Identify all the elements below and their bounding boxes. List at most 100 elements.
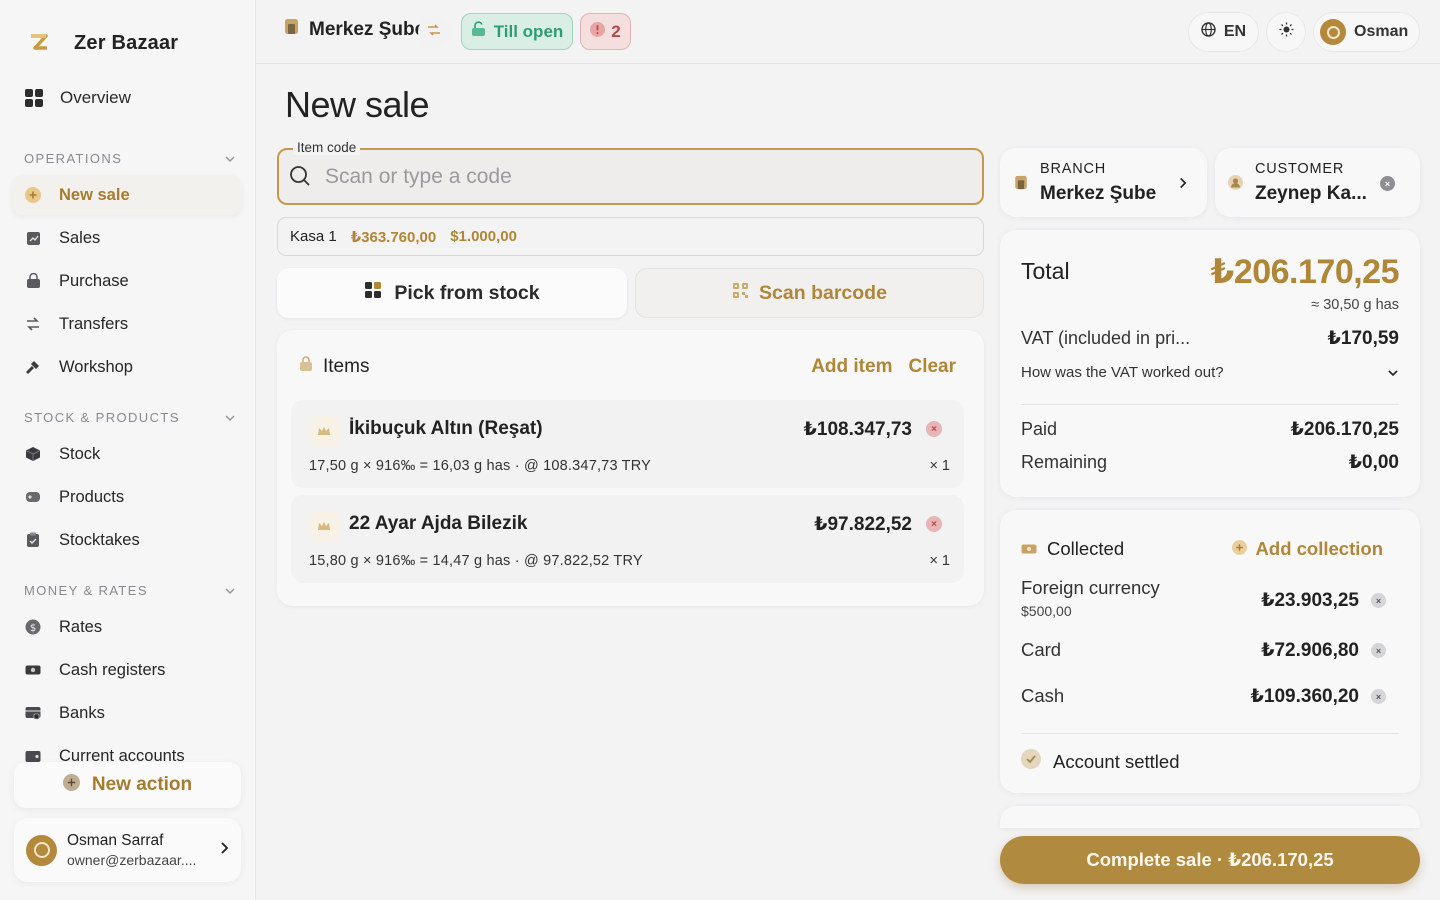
plus-circle-icon bbox=[62, 773, 80, 797]
paid-label: Paid bbox=[1021, 419, 1058, 439]
clear-items-button[interactable]: Clear bbox=[908, 356, 956, 378]
sidebar-item-label: New sale bbox=[59, 185, 130, 204]
section-operations[interactable]: OPERATIONS bbox=[24, 151, 236, 166]
sidebar-item-label: Workshop bbox=[59, 357, 133, 376]
sidebar-item-transfers[interactable]: Transfers bbox=[12, 304, 242, 344]
item-code-field[interactable]: Item code bbox=[277, 140, 984, 205]
item-code-input[interactable] bbox=[325, 162, 965, 192]
vat-row: VAT (included in pri... ₺170,59 bbox=[1021, 327, 1399, 350]
avatar bbox=[26, 834, 57, 866]
bag-icon bbox=[299, 356, 313, 378]
add-collection-button[interactable]: Add collection bbox=[1231, 538, 1383, 560]
collection-row[interactable]: Cash ₺109.360,20 × bbox=[1021, 685, 1386, 708]
list-item[interactable]: İkibuçuk Altın (Reşat) ₺108.347,73 × 17,… bbox=[291, 400, 964, 488]
register-try-balance: ₺363.760,00 bbox=[350, 228, 437, 246]
dollar-circle-icon: $ bbox=[25, 619, 41, 635]
sidebar-item-banks[interactable]: Banks bbox=[12, 693, 242, 733]
sidebar-item-label: Stocktakes bbox=[59, 530, 140, 549]
sidebar-item-workshop[interactable]: Workshop bbox=[12, 347, 242, 387]
add-item-button[interactable]: Add item bbox=[811, 356, 892, 378]
sidebar-item-purchase[interactable]: Purchase bbox=[12, 261, 242, 301]
clipboard-icon bbox=[25, 532, 41, 548]
new-action-button[interactable]: New action bbox=[14, 762, 241, 808]
sidebar-item-label: Purchase bbox=[59, 271, 129, 290]
cash-register-summary[interactable]: Kasa 1 ₺363.760,00 $1.000,00 bbox=[277, 217, 984, 256]
collection-amount: ₺109.360,20 bbox=[1250, 686, 1359, 707]
collection-method: Cash bbox=[1021, 685, 1065, 706]
sidebar-item-rates[interactable]: $ Rates bbox=[12, 607, 242, 647]
scan-barcode-button[interactable]: Scan barcode bbox=[635, 268, 984, 318]
item-quantity: × 1 bbox=[929, 553, 950, 569]
remove-collection-icon[interactable]: × bbox=[1371, 593, 1386, 608]
chevron-down-icon bbox=[224, 410, 236, 425]
items-header: Items bbox=[299, 356, 369, 378]
chevron-down-icon bbox=[224, 583, 236, 598]
remove-item-icon[interactable]: × bbox=[926, 516, 942, 532]
grid-icon bbox=[364, 281, 382, 305]
item-detail: 17,50 g × 916‰ = 16,03 g has · @ 108.347… bbox=[309, 458, 652, 474]
language-button[interactable]: EN bbox=[1188, 12, 1259, 52]
transfer-arrows-icon bbox=[25, 316, 41, 332]
alert-icon bbox=[590, 21, 606, 42]
vat-explanation-toggle[interactable]: How was the VAT worked out? bbox=[1021, 364, 1399, 381]
banknote-icon bbox=[1021, 538, 1037, 560]
zer-logo-icon bbox=[26, 30, 52, 56]
sidebar-item-products[interactable]: Products bbox=[12, 477, 242, 517]
sidebar-item-overview[interactable]: Overview bbox=[24, 88, 131, 108]
collection-sub: $500,00 bbox=[1021, 603, 1072, 619]
profile-button[interactable]: Osman bbox=[1313, 12, 1420, 52]
section-label: MONEY & RATES bbox=[24, 583, 148, 598]
complete-sale-button[interactable]: Complete sale · ₺206.170,25 bbox=[1000, 836, 1420, 884]
sidebar-item-label: Products bbox=[59, 487, 125, 506]
section-stock-products[interactable]: STOCK & PRODUCTS bbox=[24, 410, 236, 425]
avatar bbox=[1320, 19, 1346, 45]
brand[interactable]: Zer Bazaar bbox=[26, 30, 178, 56]
branch-selector[interactable]: BRANCH Merkez Şube bbox=[1000, 148, 1207, 217]
section-money-rates[interactable]: MONEY & RATES bbox=[24, 583, 236, 598]
sidebar-item-sales[interactable]: Sales bbox=[12, 218, 242, 258]
till-status-badge[interactable]: Till open bbox=[461, 13, 573, 50]
brand-name: Zer Bazaar bbox=[74, 31, 179, 54]
switch-branch-button[interactable] bbox=[418, 16, 450, 48]
register-usd-balance: $1.000,00 bbox=[450, 228, 517, 245]
sidebar-item-stocktakes[interactable]: Stocktakes bbox=[12, 520, 242, 560]
collection-row[interactable]: Card ₺72.906,80 × bbox=[1021, 639, 1386, 662]
sidebar-item-cash-registers[interactable]: Cash registers bbox=[12, 650, 242, 690]
sidebar-item-label: Sales bbox=[59, 228, 101, 247]
section-label: STOCK & PRODUCTS bbox=[24, 410, 180, 425]
pick-from-stock-button[interactable]: Pick from stock bbox=[277, 268, 627, 318]
collection-method: Foreign currency bbox=[1021, 577, 1160, 598]
globe-icon bbox=[1201, 22, 1216, 42]
clear-customer-icon[interactable]: × bbox=[1380, 176, 1395, 191]
collection-amount: ₺72.906,80 bbox=[1261, 640, 1359, 661]
totals-card: Total ₺206.170,25 ≈ 30,50 g has VAT (inc… bbox=[1000, 230, 1420, 497]
customer-selector[interactable]: CUSTOMER Zeynep Ka... × bbox=[1215, 148, 1420, 217]
account-settled-status: Account settled bbox=[1021, 749, 1180, 774]
user-email: owner@zerbazaar.... bbox=[67, 852, 197, 868]
collection-method: Card bbox=[1021, 639, 1062, 660]
account-settled-label: Account settled bbox=[1053, 750, 1180, 772]
total-label: Total bbox=[1021, 258, 1070, 284]
collection-row[interactable]: Foreign currency $500,00 ₺23.903,25 × bbox=[1021, 577, 1386, 619]
credit-card-icon bbox=[25, 705, 41, 721]
tag-icon bbox=[25, 489, 41, 505]
sidebar-item-stock[interactable]: Stock bbox=[12, 434, 242, 474]
branch-indicator[interactable]: Merkez Şube bbox=[284, 18, 425, 41]
theme-toggle-button[interactable] bbox=[1266, 12, 1306, 52]
search-icon bbox=[289, 165, 311, 192]
item-name: İkibuçuk Altın (Reşat) bbox=[349, 418, 543, 439]
remove-collection-icon[interactable]: × bbox=[1371, 643, 1386, 658]
receipt-icon bbox=[25, 230, 41, 246]
user-card[interactable]: Osman Sarraf owner@zerbazaar.... bbox=[14, 818, 241, 882]
list-item[interactable]: 22 Ayar Ajda Bilezik ₺97.822,52 × 15,80 … bbox=[291, 495, 964, 583]
item-detail: 15,80 g × 916‰ = 14,47 g has · @ 97.822,… bbox=[309, 553, 643, 569]
alerts-badge[interactable]: 2 bbox=[580, 13, 631, 50]
customer-value: Zeynep Ka... bbox=[1255, 183, 1367, 204]
next-card-peek bbox=[1000, 806, 1420, 828]
add-collection-label: Add collection bbox=[1255, 538, 1383, 559]
remove-item-icon[interactable]: × bbox=[926, 421, 942, 437]
sidebar-item-label: Cash registers bbox=[59, 660, 166, 679]
sidebar-item-new-sale[interactable]: New sale bbox=[12, 175, 242, 215]
branch-value: Merkez Şube bbox=[1040, 183, 1157, 204]
remove-collection-icon[interactable]: × bbox=[1371, 689, 1386, 704]
